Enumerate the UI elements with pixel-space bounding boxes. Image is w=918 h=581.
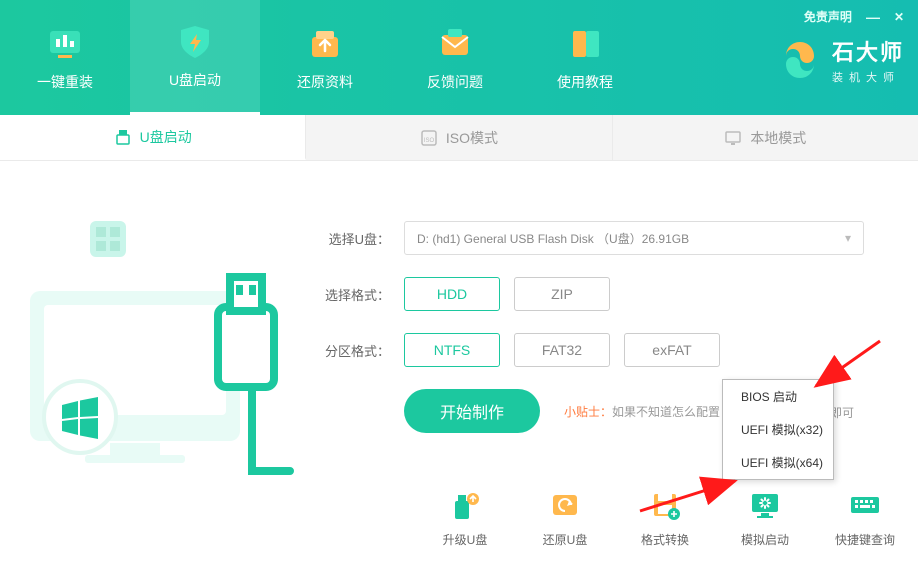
nav-label: 使用教程 <box>557 72 613 92</box>
action-label: 升级U盘 <box>443 531 488 548</box>
brand: 石大师 装机大师 <box>778 35 904 85</box>
usb-up-icon <box>447 487 483 523</box>
format-label: 选择格式： <box>320 285 390 304</box>
monitor-icon <box>724 129 742 147</box>
envelope-icon <box>435 24 475 64</box>
nav-label: 还原资料 <box>297 72 353 92</box>
nav-label: 反馈问题 <box>427 72 483 92</box>
app-header: 一键重装 U盘启动 还原资料 反馈问题 使用教程 <box>0 0 918 115</box>
subtab-iso-mode[interactable]: ISO ISO模式 <box>306 115 612 160</box>
usb-select[interactable]: D: (hd1) General USB Flash Disk （U盘）26.9… <box>404 221 864 255</box>
partition-option-ntfs[interactable]: NTFS <box>404 333 500 367</box>
row-select-usb: 选择U盘： D: (hd1) General USB Flash Disk （U… <box>320 221 878 255</box>
floppy-icon <box>647 487 683 523</box>
restore-usb-icon <box>547 487 583 523</box>
bar-chart-icon <box>45 24 85 64</box>
popup-item-bios[interactable]: BIOS 启动 <box>723 380 833 413</box>
popup-item-uefi32[interactable]: UEFI 模拟(x32) <box>723 413 833 446</box>
keyboard-icon <box>847 487 883 523</box>
usb-icon <box>114 128 132 146</box>
sub-tabs: U盘启动 ISO ISO模式 本地模式 <box>0 115 918 161</box>
action-format-convert[interactable]: 格式转换 <box>630 487 700 548</box>
row-format: 选择格式： HDD ZIP <box>320 277 878 311</box>
subtab-label: 本地模式 <box>750 128 806 148</box>
usb-select-value: D: (hd1) General USB Flash Disk （U盘）26.9… <box>417 230 689 247</box>
close-button[interactable]: ✕ <box>894 10 904 24</box>
action-upgrade-usb[interactable]: 升级U盘 <box>430 487 500 548</box>
start-button[interactable]: 开始制作 <box>404 389 540 433</box>
action-label: 快捷键查询 <box>835 531 895 548</box>
popup-item-uefi64[interactable]: UEFI 模拟(x64) <box>723 446 833 479</box>
svg-text:ISO: ISO <box>424 138 435 144</box>
action-label: 模拟启动 <box>741 531 789 548</box>
subtab-usb-boot[interactable]: U盘启动 <box>0 115 306 160</box>
nav-usb-boot[interactable]: U盘启动 <box>130 0 260 115</box>
partition-label: 分区格式： <box>320 341 390 360</box>
main-panel: 选择U盘： D: (hd1) General USB Flash Disk （U… <box>0 161 918 578</box>
format-option-zip[interactable]: ZIP <box>514 277 610 311</box>
upload-box-icon <box>305 24 345 64</box>
action-hotkey[interactable]: 快捷键查询 <box>830 487 900 548</box>
tip-text: 小贴士：如果不知道怎么配置 <box>564 403 720 420</box>
disclaimer-link[interactable]: 免责声明 <box>804 8 852 25</box>
usb-illustration <box>30 211 310 511</box>
nav-feedback[interactable]: 反馈问题 <box>390 0 520 115</box>
subtab-local-mode[interactable]: 本地模式 <box>613 115 918 160</box>
main-nav: 一键重装 U盘启动 还原资料 反馈问题 使用教程 <box>0 0 650 115</box>
monitor-spinner-icon <box>747 487 783 523</box>
partition-option-exfat[interactable]: exFAT <box>624 333 720 367</box>
nav-restore[interactable]: 还原资料 <box>260 0 390 115</box>
nav-tutorial[interactable]: 使用教程 <box>520 0 650 115</box>
tip-body: 如果不知道怎么配置 <box>612 405 720 419</box>
iso-icon: ISO <box>420 129 438 147</box>
partition-option-fat32[interactable]: FAT32 <box>514 333 610 367</box>
nav-label: 一键重装 <box>37 72 93 92</box>
brand-title: 石大师 <box>832 35 904 67</box>
action-label: 格式转换 <box>641 531 689 548</box>
action-sim-boot[interactable]: 模拟启动 <box>730 487 800 548</box>
row-partition: 分区格式： NTFS FAT32 exFAT <box>320 333 878 367</box>
action-label: 还原U盘 <box>543 531 588 548</box>
shield-bolt-icon <box>175 22 215 62</box>
subtab-label: U盘启动 <box>140 127 192 147</box>
select-usb-label: 选择U盘： <box>320 229 390 248</box>
window-controls: 免责声明 — ✕ <box>804 8 904 25</box>
chevron-down-icon: ▾ <box>845 231 851 245</box>
book-icon <box>565 24 605 64</box>
subtab-label: ISO模式 <box>446 128 498 148</box>
format-option-hdd[interactable]: HDD <box>404 277 500 311</box>
minimize-button[interactable]: — <box>866 9 880 25</box>
action-restore-usb[interactable]: 还原U盘 <box>530 487 600 548</box>
tip-prefix: 小贴士： <box>564 405 612 419</box>
nav-label: U盘启动 <box>169 70 221 90</box>
sim-boot-popup: BIOS 启动 UEFI 模拟(x32) UEFI 模拟(x64) <box>722 379 834 480</box>
brand-subtitle: 装机大师 <box>832 69 904 85</box>
nav-reinstall[interactable]: 一键重装 <box>0 0 130 115</box>
bottom-actions: 升级U盘 还原U盘 格式转换 模拟启动 快捷键查询 <box>430 487 900 548</box>
brand-logo-icon <box>778 38 822 82</box>
